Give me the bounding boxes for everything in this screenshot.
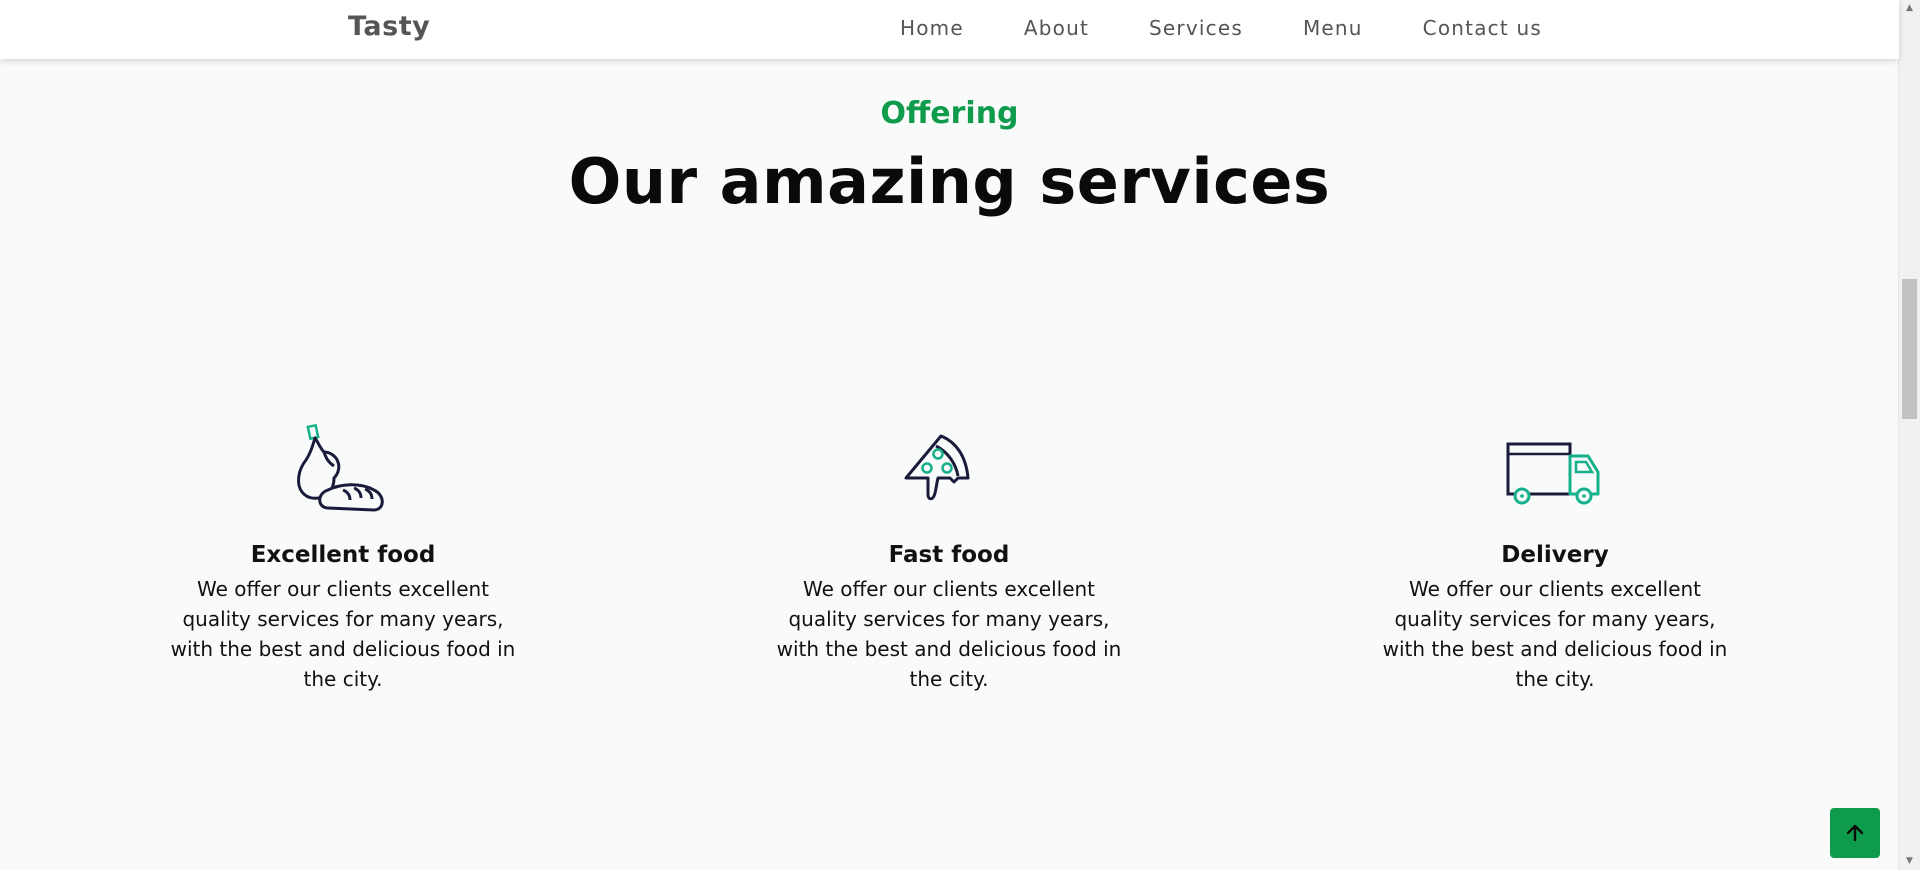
nav-about[interactable]: About xyxy=(1024,16,1089,40)
nav-menu[interactable]: Menu xyxy=(1303,16,1363,40)
section-title: Our amazing services xyxy=(568,145,1331,218)
nav-contact-us[interactable]: Contact us xyxy=(1423,16,1542,40)
service-card-excellent-food: Excellent food We offer our clients exce… xyxy=(163,420,523,694)
service-description: We offer our clients excellent quality s… xyxy=(1382,577,1728,691)
section-eyebrow: Offering xyxy=(880,96,1019,131)
service-title: Delivery xyxy=(1501,542,1609,568)
service-description: We offer our clients excellent quality s… xyxy=(776,577,1122,691)
service-card-delivery: Delivery We offer our clients excellent … xyxy=(1375,420,1735,694)
site-header: Tasty Home About Services Menu Contact u… xyxy=(0,0,1899,59)
service-card-fast-food: Fast food We offer our clients excellent… xyxy=(769,420,1129,694)
truck-icon xyxy=(1506,442,1600,505)
service-title: Fast food xyxy=(888,542,1010,568)
arrow-up-icon xyxy=(1846,824,1864,842)
main-nav: Home About Services Menu Contact us xyxy=(900,16,1542,40)
vertical-scrollbar[interactable]: ▲ ▼ xyxy=(1898,0,1920,870)
service-description: We offer our clients excellent quality s… xyxy=(170,577,516,691)
service-title: Excellent food xyxy=(250,542,436,568)
food-icon xyxy=(297,423,384,512)
scroll-up-arrow-icon[interactable]: ▲ xyxy=(1899,0,1920,17)
logo[interactable]: Tasty xyxy=(348,11,430,42)
nav-services[interactable]: Services xyxy=(1149,16,1243,40)
nav-home[interactable]: Home xyxy=(900,16,964,40)
back-to-top-button[interactable] xyxy=(1830,808,1880,858)
scroll-down-arrow-icon[interactable]: ▼ xyxy=(1899,853,1920,870)
pizza-icon xyxy=(904,434,970,501)
page: Tasty Home About Services Menu Contact u… xyxy=(0,0,1920,870)
scrollbar-thumb[interactable] xyxy=(1902,279,1917,419)
